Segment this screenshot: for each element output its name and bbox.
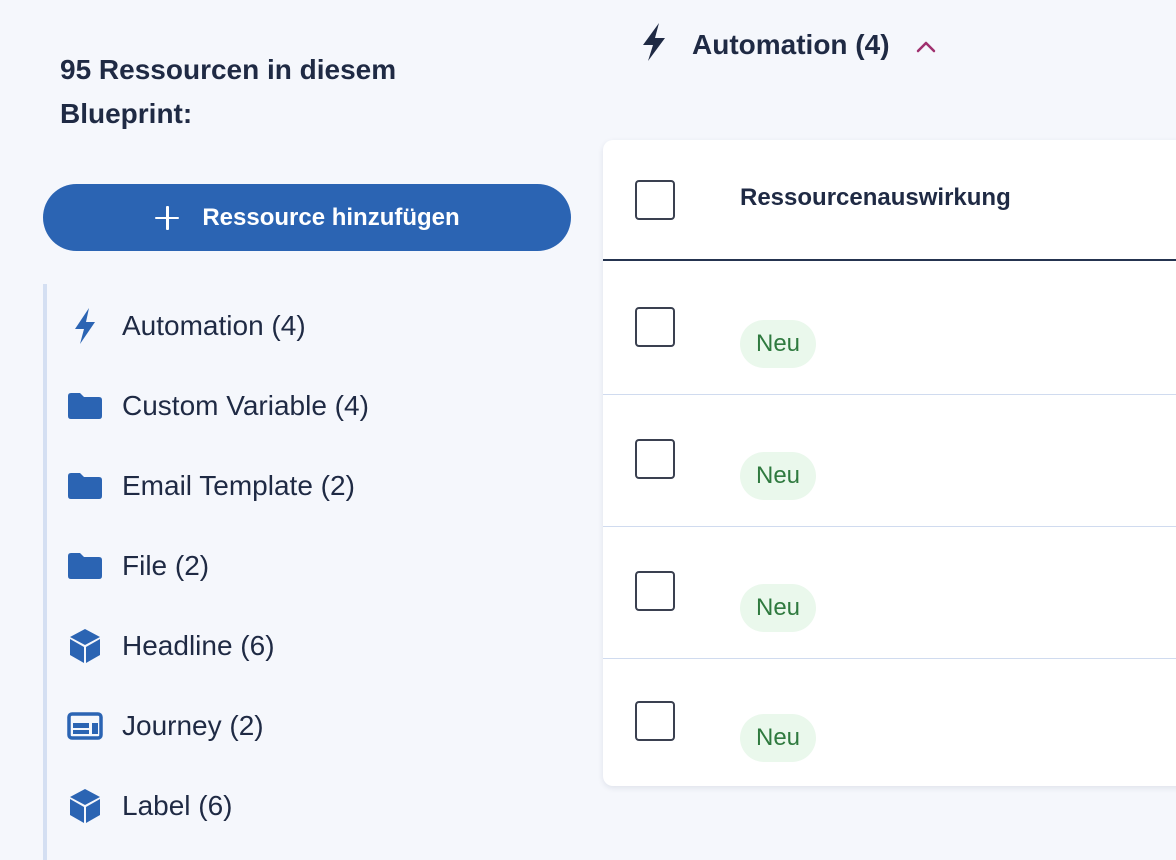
sidebar-item-headline[interactable]: Headline (6) (60, 606, 580, 686)
table-header-row: Ressourcenauswirkung (603, 140, 1176, 261)
chevron-up-icon[interactable] (916, 29, 936, 61)
status-badge: Neu (740, 714, 817, 762)
row-checkbox[interactable] (635, 307, 675, 347)
row-checkbox[interactable] (635, 439, 675, 479)
sidebar-item-label: Automation (4) (122, 310, 306, 341)
sidebar-item-journey[interactable]: Journey (2) (60, 686, 580, 766)
card-icon (60, 706, 110, 746)
sidebar-item-label: Custom Variable (4) (122, 390, 369, 421)
bolt-icon (60, 306, 110, 346)
plus-icon (154, 205, 180, 231)
sidebar-item-label-type[interactable]: Label (6) (60, 766, 580, 846)
sidebar-item-label: Label (6) (122, 790, 233, 821)
sidebar-item-custom-variable[interactable]: Custom Variable (4) (60, 366, 580, 446)
select-all-checkbox[interactable] (635, 180, 675, 220)
row-checkbox[interactable] (635, 701, 675, 741)
table-row: Neu (603, 263, 1176, 395)
sidebar-item-email-template[interactable]: Email Template (2) (60, 446, 580, 526)
table-row: Neu (603, 657, 1176, 789)
cube-icon (60, 626, 110, 666)
status-badge: Neu (740, 584, 817, 632)
resource-count-heading: 95 Ressourcen in diesem Blueprint: (60, 54, 397, 129)
add-resource-button[interactable]: Ressource hinzufügen (43, 184, 571, 251)
folder-icon (60, 386, 110, 426)
status-badge: Neu (740, 320, 817, 368)
sidebar-item-label: Headline (6) (122, 630, 275, 661)
section-header-automation[interactable]: Automation (4) (640, 22, 936, 68)
add-resource-button-label: Ressource hinzufügen (202, 203, 460, 231)
resource-type-list: Automation (4) Custom Variable (4) Email… (60, 286, 580, 846)
sidebar-item-file[interactable]: File (2) (60, 526, 580, 606)
folder-icon (60, 466, 110, 506)
table-row: Neu (603, 395, 1176, 527)
table-row: Neu (603, 527, 1176, 659)
column-header-resource-impact: Ressourcenauswirkung (740, 184, 1011, 211)
sidebar-item-label: File (2) (122, 550, 210, 581)
folder-icon (60, 546, 110, 586)
cube-icon (60, 786, 110, 826)
row-checkbox[interactable] (635, 571, 675, 611)
blueprint-resources-page: 95 Ressourcen in diesem Blueprint: Resso… (0, 0, 1176, 860)
status-badge: Neu (740, 452, 817, 500)
resource-sidebar: 95 Ressourcen in diesem Blueprint: Resso… (0, 0, 600, 860)
sidebar-item-label: Email Template (2) (122, 470, 355, 501)
sidebar-rail (43, 284, 47, 860)
section-title: Automation (4) (692, 29, 890, 60)
bolt-icon (640, 22, 668, 69)
resource-table: Ressourcenauswirkung Neu Neu Neu Neu (603, 140, 1176, 786)
sidebar-item-automation[interactable]: Automation (4) (60, 286, 580, 366)
sidebar-item-label: Journey (2) (122, 710, 264, 741)
